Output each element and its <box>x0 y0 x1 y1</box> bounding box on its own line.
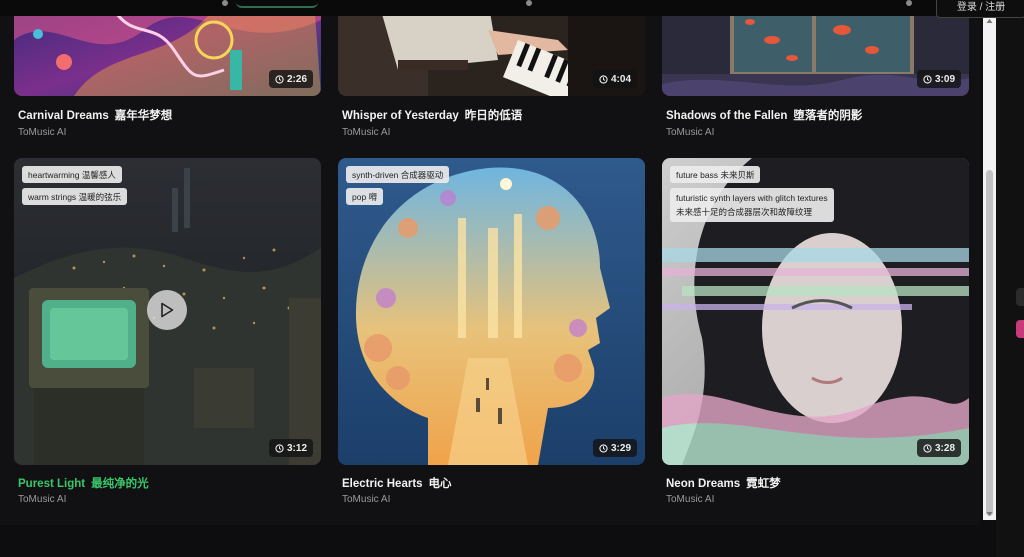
song-title[interactable]: Whisper of Yesterday 昨日的低语 <box>342 107 522 123</box>
tag-cn: 温暖的弦乐 <box>78 191 122 202</box>
tag-en: future bass <box>676 169 719 180</box>
duration-text: 3:29 <box>610 442 631 454</box>
vertical-scrollbar[interactable] <box>983 16 996 520</box>
song-title-cn: 嘉年华梦想 <box>114 110 173 122</box>
nav-icon[interactable] <box>906 0 912 6</box>
tag-cn: 未来感十足的合成器层次和故障纹理 <box>676 207 813 217</box>
play-icon <box>161 302 174 318</box>
clock-icon <box>923 74 932 84</box>
duration-badge: 3:12 <box>268 439 313 457</box>
tag-en: futuristic synth layers with glitch text… <box>676 193 828 203</box>
cover-art-profile-city <box>338 158 645 465</box>
clock-icon <box>923 443 932 453</box>
artist-name[interactable]: ToMusic AI <box>666 494 714 505</box>
style-tag[interactable]: future bass 未来贝斯 <box>670 166 761 183</box>
tag-cn: 嘚 <box>368 191 378 202</box>
style-tag[interactable]: warm strings 温暖的弦乐 <box>22 188 128 205</box>
nav-icon[interactable] <box>526 0 532 6</box>
artist-name[interactable]: ToMusic AI <box>666 127 714 138</box>
song-title-cn: 昨日的低语 <box>464 110 523 122</box>
duration-text: 3:09 <box>934 73 955 85</box>
song-title-cn: 霓虹梦 <box>746 478 781 490</box>
music-gallery: 2:26 Carnival Dreams 嘉年华梦想 ToMusic AI 4:… <box>0 0 980 525</box>
song-title-cn: 堕落者的阴影 <box>793 110 863 122</box>
top-navigation-bar <box>0 0 980 16</box>
tag-en: pop <box>352 191 367 202</box>
tag-en: heartwarming <box>28 169 80 180</box>
artist-name[interactable]: ToMusic AI <box>18 494 66 505</box>
song-title[interactable]: Shadows of the Fallen 堕落者的阴影 <box>666 107 862 123</box>
song-title-en: Electric Hearts <box>342 478 423 490</box>
song-cover[interactable]: synth-driven 合成器驱动 pop 嘚 3:29 <box>338 158 645 465</box>
song-title[interactable]: Carnival Dreams 嘉年华梦想 <box>18 107 172 123</box>
duration-badge: 3:29 <box>592 439 637 457</box>
song-cover[interactable]: future bass 未来贝斯 futuristic synth layers… <box>662 158 969 465</box>
artist-name[interactable]: ToMusic AI <box>18 127 66 138</box>
play-button[interactable] <box>147 290 187 330</box>
song-title[interactable]: Electric Hearts 电心 <box>342 475 452 491</box>
duration-badge: 3:09 <box>916 70 961 88</box>
duration-text: 3:28 <box>934 442 955 454</box>
song-title-en: Purest Light <box>18 478 86 490</box>
scrollbar-thumb[interactable] <box>986 170 993 516</box>
clock-icon <box>599 74 608 84</box>
side-panel-handle[interactable] <box>1016 288 1024 306</box>
song-title-cn: 最纯净的光 <box>91 478 149 490</box>
duration-text: 3:12 <box>286 442 307 454</box>
tag-cn: 未来贝斯 <box>720 169 755 180</box>
duration-badge: 2:26 <box>268 70 313 88</box>
scroll-down-icon[interactable] <box>986 511 993 517</box>
clock-icon <box>275 74 284 84</box>
song-title-cn: 电心 <box>428 478 452 490</box>
song-title[interactable]: Neon Dreams 霓虹梦 <box>666 475 781 491</box>
page: 2:26 Carnival Dreams 嘉年华梦想 ToMusic AI 4:… <box>0 0 1024 557</box>
song-title-en: Whisper of Yesterday <box>342 110 459 122</box>
song-title-en: Carnival Dreams <box>18 110 109 122</box>
artist-name[interactable]: ToMusic AI <box>342 494 390 505</box>
duration-badge: 3:28 <box>916 439 961 457</box>
song-title-en: Neon Dreams <box>666 478 741 490</box>
tag-en: warm strings <box>28 191 77 202</box>
tag-cn: 温馨感人 <box>81 169 116 180</box>
side-panel-handle[interactable] <box>1016 320 1024 338</box>
login-register-button[interactable]: 登录 / 注册 <box>936 0 1024 18</box>
scroll-up-icon[interactable] <box>986 18 993 24</box>
song-title[interactable]: Purest Light 最纯净的光 <box>18 475 149 491</box>
clock-icon <box>599 443 608 453</box>
nav-icon[interactable] <box>222 0 228 6</box>
active-tab-indicator <box>236 0 318 8</box>
clock-icon <box>275 443 284 453</box>
tag-en: synth-driven <box>352 169 399 180</box>
song-title-en: Shadows of the Fallen <box>666 110 788 122</box>
right-gutter <box>996 0 1024 557</box>
style-tag[interactable]: pop 嘚 <box>346 188 384 205</box>
style-tag[interactable]: futuristic synth layers with glitch text… <box>670 188 834 222</box>
style-tag[interactable]: synth-driven 合成器驱动 <box>346 166 450 183</box>
tag-cn: 合成器驱动 <box>400 169 444 180</box>
duration-badge: 4:04 <box>592 70 637 88</box>
song-cover[interactable]: heartwarming 温馨感人 warm strings 温暖的弦乐 3:1… <box>14 158 321 465</box>
style-tag[interactable]: heartwarming 温馨感人 <box>22 166 122 183</box>
duration-text: 4:04 <box>610 73 631 85</box>
duration-text: 2:26 <box>286 73 307 85</box>
artist-name[interactable]: ToMusic AI <box>342 127 390 138</box>
